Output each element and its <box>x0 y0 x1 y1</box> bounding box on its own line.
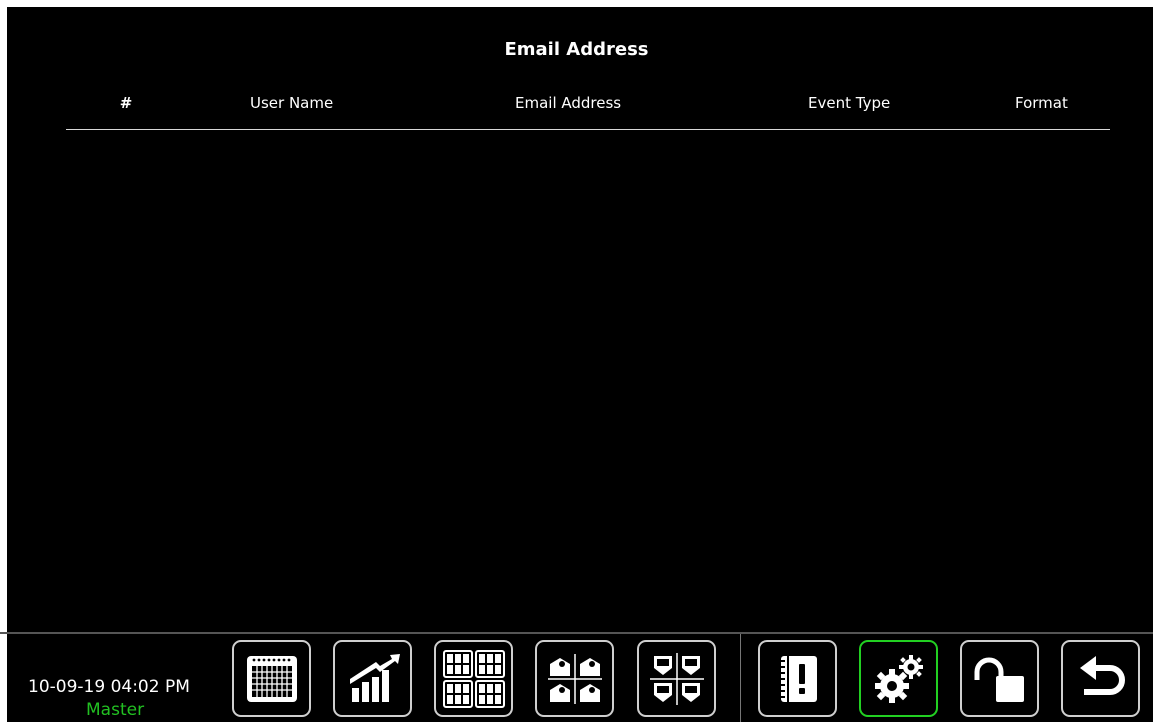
column-header-format: Format <box>1015 94 1068 112</box>
format-cell[interactable]: Email <box>1004 537 1082 558</box>
user-role: Master <box>86 700 145 720</box>
format-cell[interactable]: Email <box>1004 494 1082 515</box>
table-row[interactable]: 1 All Events Email <box>0 148 1153 178</box>
table-row[interactable]: 9 All Events Email <box>0 494 1153 524</box>
tank-grid-button[interactable] <box>637 640 716 717</box>
table-row[interactable]: 5 All Events Email <box>0 321 1153 351</box>
row-number: 7 <box>118 408 132 429</box>
column-header-user-name: User Name <box>250 94 334 112</box>
format-cell[interactable]: Email <box>1004 451 1082 472</box>
header-divider <box>66 129 1110 130</box>
event-type-cell[interactable]: All Events <box>770 148 920 169</box>
calendar-icon <box>241 650 303 708</box>
trend-chart-icon <box>342 650 404 708</box>
row-number: 9 <box>118 494 132 515</box>
format-cell[interactable]: Email <box>1004 321 1082 342</box>
format-cell[interactable]: Email <box>1004 408 1082 429</box>
table-row[interactable]: 6 All Events Email <box>0 364 1153 394</box>
format-cell[interactable]: Email <box>1004 148 1082 169</box>
row-number: 1 <box>118 148 132 169</box>
trend-chart-button[interactable] <box>333 640 412 717</box>
scale-grid-button[interactable] <box>535 640 614 717</box>
scale-grid-icon <box>544 650 606 708</box>
row-number: 6 <box>118 364 132 385</box>
table-row[interactable]: 4 All Events Email <box>0 278 1153 308</box>
footer-divider <box>0 632 1153 634</box>
gears-icon <box>868 650 930 708</box>
settings-button[interactable] <box>859 640 938 717</box>
event-type-cell[interactable]: All Events <box>770 321 920 342</box>
table-header: # User Name Email Address Event Type For… <box>0 92 1153 116</box>
table-row[interactable]: 2 All Events Email <box>0 191 1153 221</box>
format-cell[interactable]: Email <box>1004 278 1082 299</box>
event-type-cell[interactable]: All Events <box>770 191 920 212</box>
format-cell[interactable]: Email <box>1004 364 1082 385</box>
device-grid-button[interactable] <box>434 640 513 717</box>
event-type-cell[interactable]: All Events <box>770 278 920 299</box>
row-number: 8 <box>118 451 132 472</box>
footer-separator <box>740 634 741 722</box>
table-row[interactable]: 3 All Events Email <box>0 235 1153 265</box>
unlock-button[interactable] <box>960 640 1039 717</box>
event-type-cell[interactable]: All Events <box>770 235 920 256</box>
calendar-button[interactable] <box>232 640 311 717</box>
event-type-cell[interactable]: All Events <box>770 364 920 385</box>
row-number: 3 <box>118 235 132 256</box>
column-header-event-type: Event Type <box>808 94 891 112</box>
table-row[interactable]: 8 All Events Email <box>0 451 1153 481</box>
format-cell[interactable]: Email <box>1004 191 1082 212</box>
event-type-cell[interactable]: All Events <box>770 408 920 429</box>
row-number: 10 <box>112 537 138 558</box>
column-header-number: # <box>119 94 133 112</box>
unlock-icon <box>969 650 1031 708</box>
row-number: 2 <box>118 191 132 212</box>
back-button[interactable] <box>1061 640 1140 717</box>
table-row[interactable]: 10 All Events Email <box>0 537 1153 567</box>
event-type-cell[interactable]: All Events <box>770 451 920 472</box>
device-grid-icon <box>441 648 507 710</box>
alarm-notebook-icon <box>767 650 829 708</box>
alarm-notebook-button[interactable] <box>758 640 837 717</box>
event-type-cell[interactable]: All Events <box>770 537 920 558</box>
event-type-cell[interactable]: All Events <box>770 494 920 515</box>
back-arrow-icon <box>1070 650 1132 708</box>
page-title: Email Address <box>504 39 649 60</box>
row-number: 5 <box>118 321 132 342</box>
format-cell[interactable]: Email <box>1004 235 1082 256</box>
column-header-email-address: Email Address <box>515 94 622 112</box>
tank-grid-icon <box>646 650 708 708</box>
date-time: 10-09-19 04:02 PM <box>28 677 190 697</box>
row-number: 4 <box>118 278 132 299</box>
table-row[interactable]: 7 All Events Email <box>0 408 1153 438</box>
